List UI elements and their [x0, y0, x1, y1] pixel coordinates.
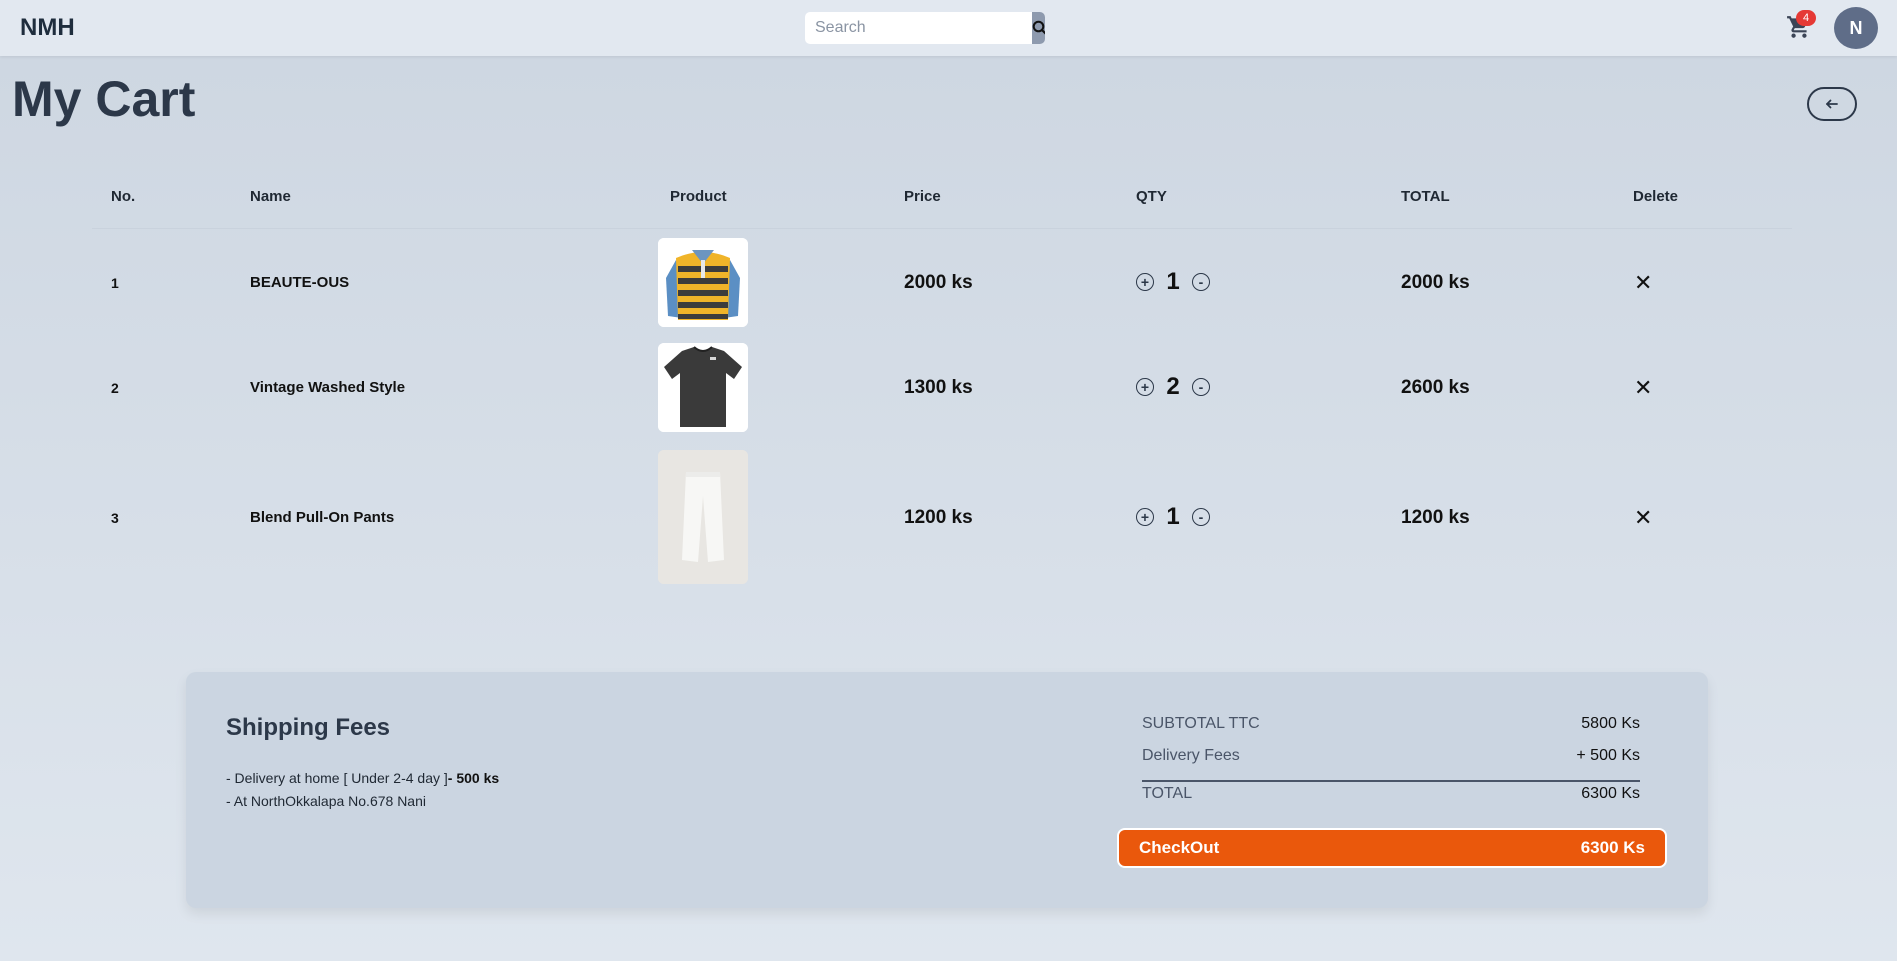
- header-product: Product: [670, 188, 727, 205]
- checkout-amount: 6300 Ks: [1580, 838, 1645, 857]
- black-tshirt-graphic: [658, 343, 748, 432]
- delete-item-button[interactable]: ✕: [1634, 375, 1652, 401]
- header-name: Name: [250, 188, 291, 205]
- shipping-fees-title: Shipping Fees: [226, 714, 391, 741]
- header-delete: Delete: [1633, 188, 1679, 205]
- brand-logo[interactable]: NMH: [20, 14, 75, 42]
- header-no: No.: [111, 188, 136, 205]
- white-pants-graphic: [658, 450, 748, 584]
- search-input[interactable]: [805, 12, 1032, 44]
- shipping-info-location: - At NorthOkkalapa No.678 Nani: [226, 793, 426, 809]
- table-row: 2 Vintage Washed Style 1300 ks + 2 - 260…: [92, 343, 1792, 433]
- search-bar: [805, 12, 1045, 44]
- item-total: 2000 ks: [1401, 272, 1470, 293]
- total-label: TOTAL: [1142, 785, 1193, 802]
- item-price: 1300 ks: [904, 377, 973, 398]
- quantity-value: 1: [1166, 268, 1180, 295]
- checkout-button[interactable]: CheckOut 6300 Ks: [1117, 828, 1667, 868]
- search-button[interactable]: [1032, 12, 1045, 44]
- total-value: 6300 Ks: [1581, 785, 1640, 802]
- quantity-value: 1: [1166, 503, 1180, 530]
- row-number: 1: [111, 275, 119, 291]
- white-pants-image[interactable]: [658, 450, 748, 584]
- total-row: TOTAL 6300 Ks: [1142, 785, 1640, 803]
- shipping-info-delivery: - Delivery at home [ Under 2-4 day ]- 50…: [226, 770, 499, 786]
- table-row: 1 BEAUTE-OUS 2000 ks + 1 - 2000 ks ✕: [92, 238, 1792, 328]
- item-price: 1200 ks: [904, 507, 973, 528]
- black-tshirt-image[interactable]: [658, 343, 748, 432]
- order-summary-panel: Shipping Fees - Delivery at home [ Under…: [186, 672, 1708, 908]
- decrease-qty-button[interactable]: -: [1192, 378, 1210, 396]
- product-name[interactable]: BEAUTE-OUS: [250, 274, 349, 291]
- delete-item-button[interactable]: ✕: [1634, 505, 1652, 531]
- table-row: 3 Blend Pull-On Pants 1200 ks + 1 - 1200…: [92, 450, 1792, 585]
- checkout-label: CheckOut: [1139, 838, 1220, 857]
- decrease-qty-button[interactable]: -: [1192, 508, 1210, 526]
- delivery-text: - Delivery at home [ Under 2-4 day ]: [226, 770, 448, 786]
- delivery-fees-value: + 500 Ks: [1576, 747, 1640, 764]
- top-navbar: NMH 4 N: [0, 0, 1897, 56]
- item-price: 2000 ks: [904, 272, 973, 293]
- quantity-value: 2: [1166, 373, 1180, 400]
- cart-count-badge: 4: [1796, 10, 1816, 26]
- striped-sweater-graphic: [658, 238, 748, 327]
- back-button[interactable]: [1807, 87, 1857, 121]
- delete-item-button[interactable]: ✕: [1634, 270, 1652, 296]
- header-price: Price: [904, 188, 941, 205]
- delivery-fee-bold: - 500 ks: [447, 770, 500, 786]
- row-number: 3: [111, 510, 119, 526]
- product-name[interactable]: Blend Pull-On Pants: [250, 509, 394, 526]
- striped-sweater-image[interactable]: [658, 238, 748, 327]
- product-name[interactable]: Vintage Washed Style: [250, 379, 405, 396]
- quantity-stepper: + 2 -: [1136, 373, 1210, 401]
- increase-qty-button[interactable]: +: [1136, 378, 1154, 396]
- arrow-left-icon: [1826, 99, 1838, 109]
- item-total: 1200 ks: [1401, 507, 1470, 528]
- subtotal-label: SUBTOTAL TTC: [1142, 715, 1260, 732]
- increase-qty-button[interactable]: +: [1136, 508, 1154, 526]
- subtotal-row: SUBTOTAL TTC 5800 Ks: [1142, 715, 1640, 733]
- cart-table: No. Name Product Price QTY TOTAL Delete …: [92, 176, 1792, 584]
- search-icon: [1032, 20, 1045, 35]
- subtotal-value: 5800 Ks: [1581, 715, 1640, 732]
- header-total: TOTAL: [1401, 188, 1450, 205]
- quantity-stepper: + 1 -: [1136, 503, 1210, 531]
- page-title: My Cart: [12, 71, 196, 127]
- summary-divider: [1142, 780, 1640, 782]
- decrease-qty-button[interactable]: -: [1192, 273, 1210, 291]
- delivery-fees-label: Delivery Fees: [1142, 747, 1240, 764]
- header-qty: QTY: [1136, 188, 1167, 205]
- item-total: 2600 ks: [1401, 377, 1470, 398]
- quantity-stepper: + 1 -: [1136, 268, 1210, 296]
- table-header: No. Name Product Price QTY TOTAL Delete: [92, 176, 1792, 229]
- user-avatar[interactable]: N: [1834, 7, 1878, 49]
- increase-qty-button[interactable]: +: [1136, 273, 1154, 291]
- row-number: 2: [111, 380, 119, 396]
- delivery-fees-row: Delivery Fees + 500 Ks: [1142, 747, 1640, 765]
